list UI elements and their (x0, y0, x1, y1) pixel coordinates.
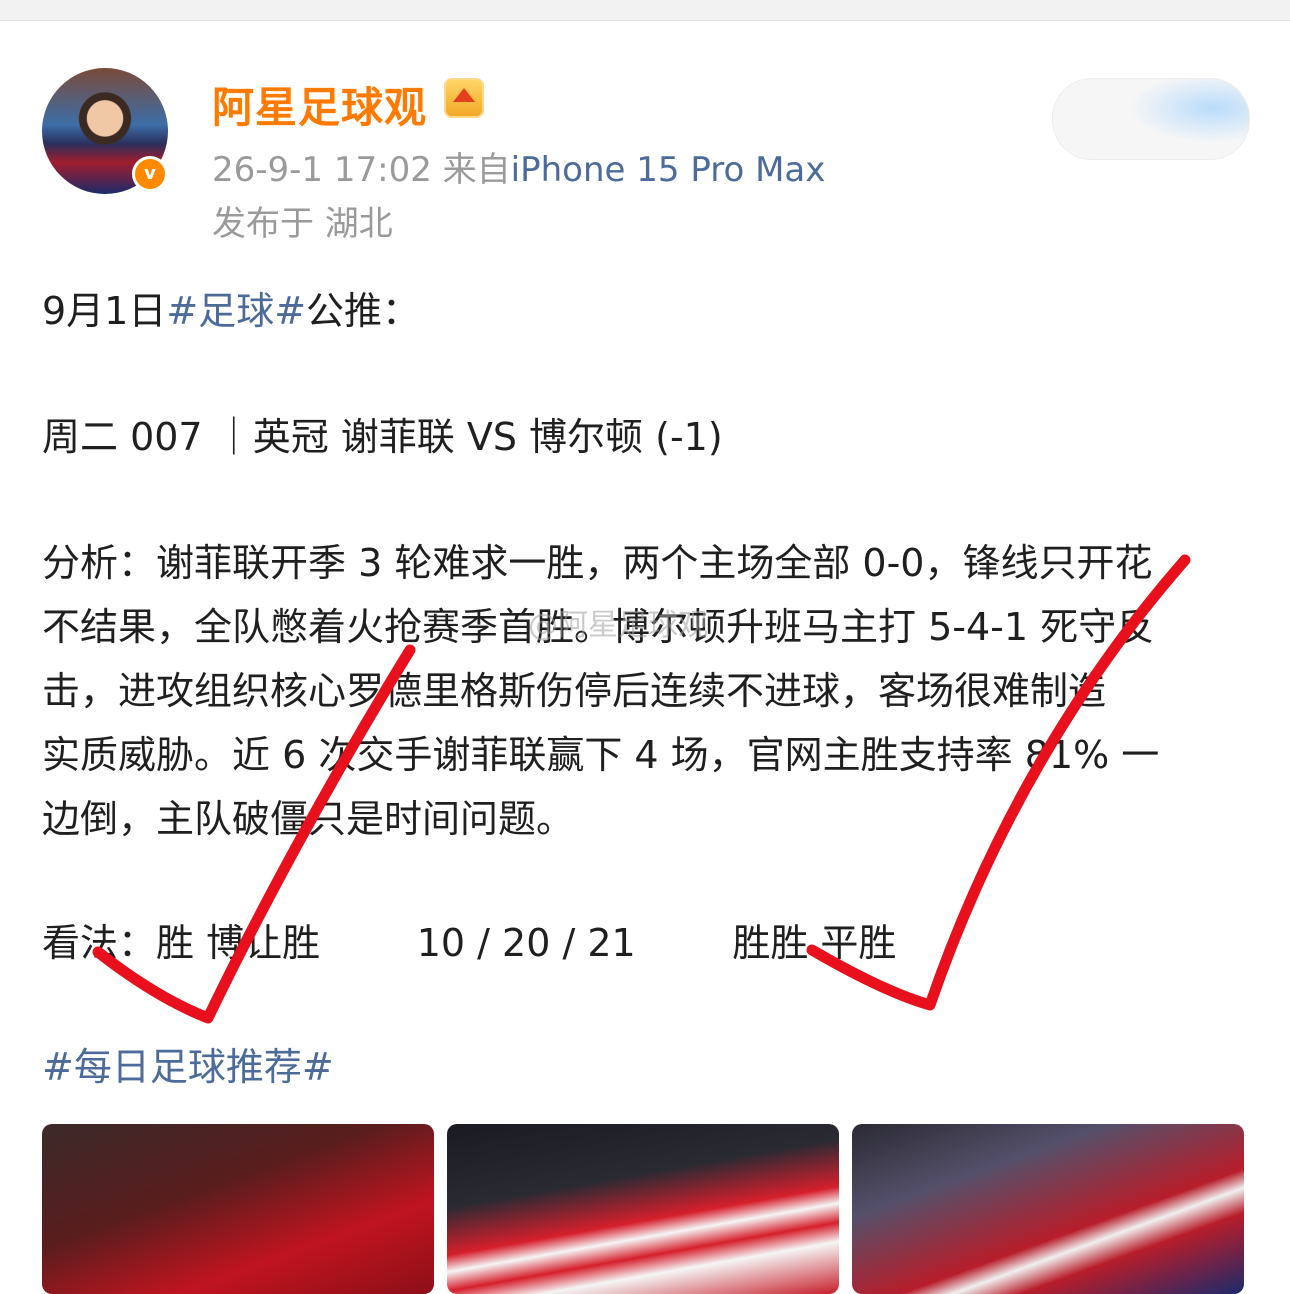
football-photo-1[interactable] (42, 1124, 434, 1294)
from-label: 来自 (442, 150, 511, 190)
post-location: 发布于 湖北 (212, 204, 393, 244)
football-photo-2[interactable] (447, 1124, 839, 1294)
topic-hashtag-link[interactable]: #每日足球推荐# (42, 1036, 334, 1091)
analysis-line-3: 击，进攻组织核心罗德里格斯伤停后连续不进球，客场很难制造 (42, 669, 1107, 713)
post-intro: 9月1日#足球#公推： (42, 280, 420, 335)
top-divider (0, 0, 1290, 21)
vip-crown-icon[interactable] (444, 78, 484, 118)
analysis-line-5: 边倒，主队破僵只是时间问题。 (42, 797, 575, 841)
user-name[interactable]: 阿星足球观 (212, 74, 427, 135)
intro-date: 9月1日 (42, 289, 167, 333)
post-meta: 26-9-1 17:02 来自iPhone 15 Pro Max (212, 142, 825, 191)
football-photo-3[interactable] (852, 1124, 1244, 1294)
verified-icon: v (132, 156, 168, 192)
watermark: @阿星足球观 (528, 608, 708, 643)
prediction-line: 看法：胜 博让胜 10 / 20 / 21 胜胜 平胜 (42, 921, 897, 965)
analysis-line-4: 实质威胁。近 6 次交手谢菲联赢下 4 场，官网主胜支持率 81% 一 (42, 733, 1160, 777)
post-time: 26-9-1 17:02 (212, 150, 432, 190)
hashtag-link[interactable]: #足球# (166, 289, 306, 333)
device-label[interactable]: iPhone 15 Pro Max (511, 150, 826, 190)
follow-button[interactable] (1052, 78, 1250, 160)
match-line: 周二 007 ｜英冠 谢菲联 VS 博尔顿 (-1) (42, 415, 723, 459)
analysis-line-1: 分析：谢菲联开季 3 轮难求一胜，两个主场全部 0-0，锋线只开花 (42, 541, 1153, 585)
intro-suffix: 公推： (306, 289, 421, 333)
